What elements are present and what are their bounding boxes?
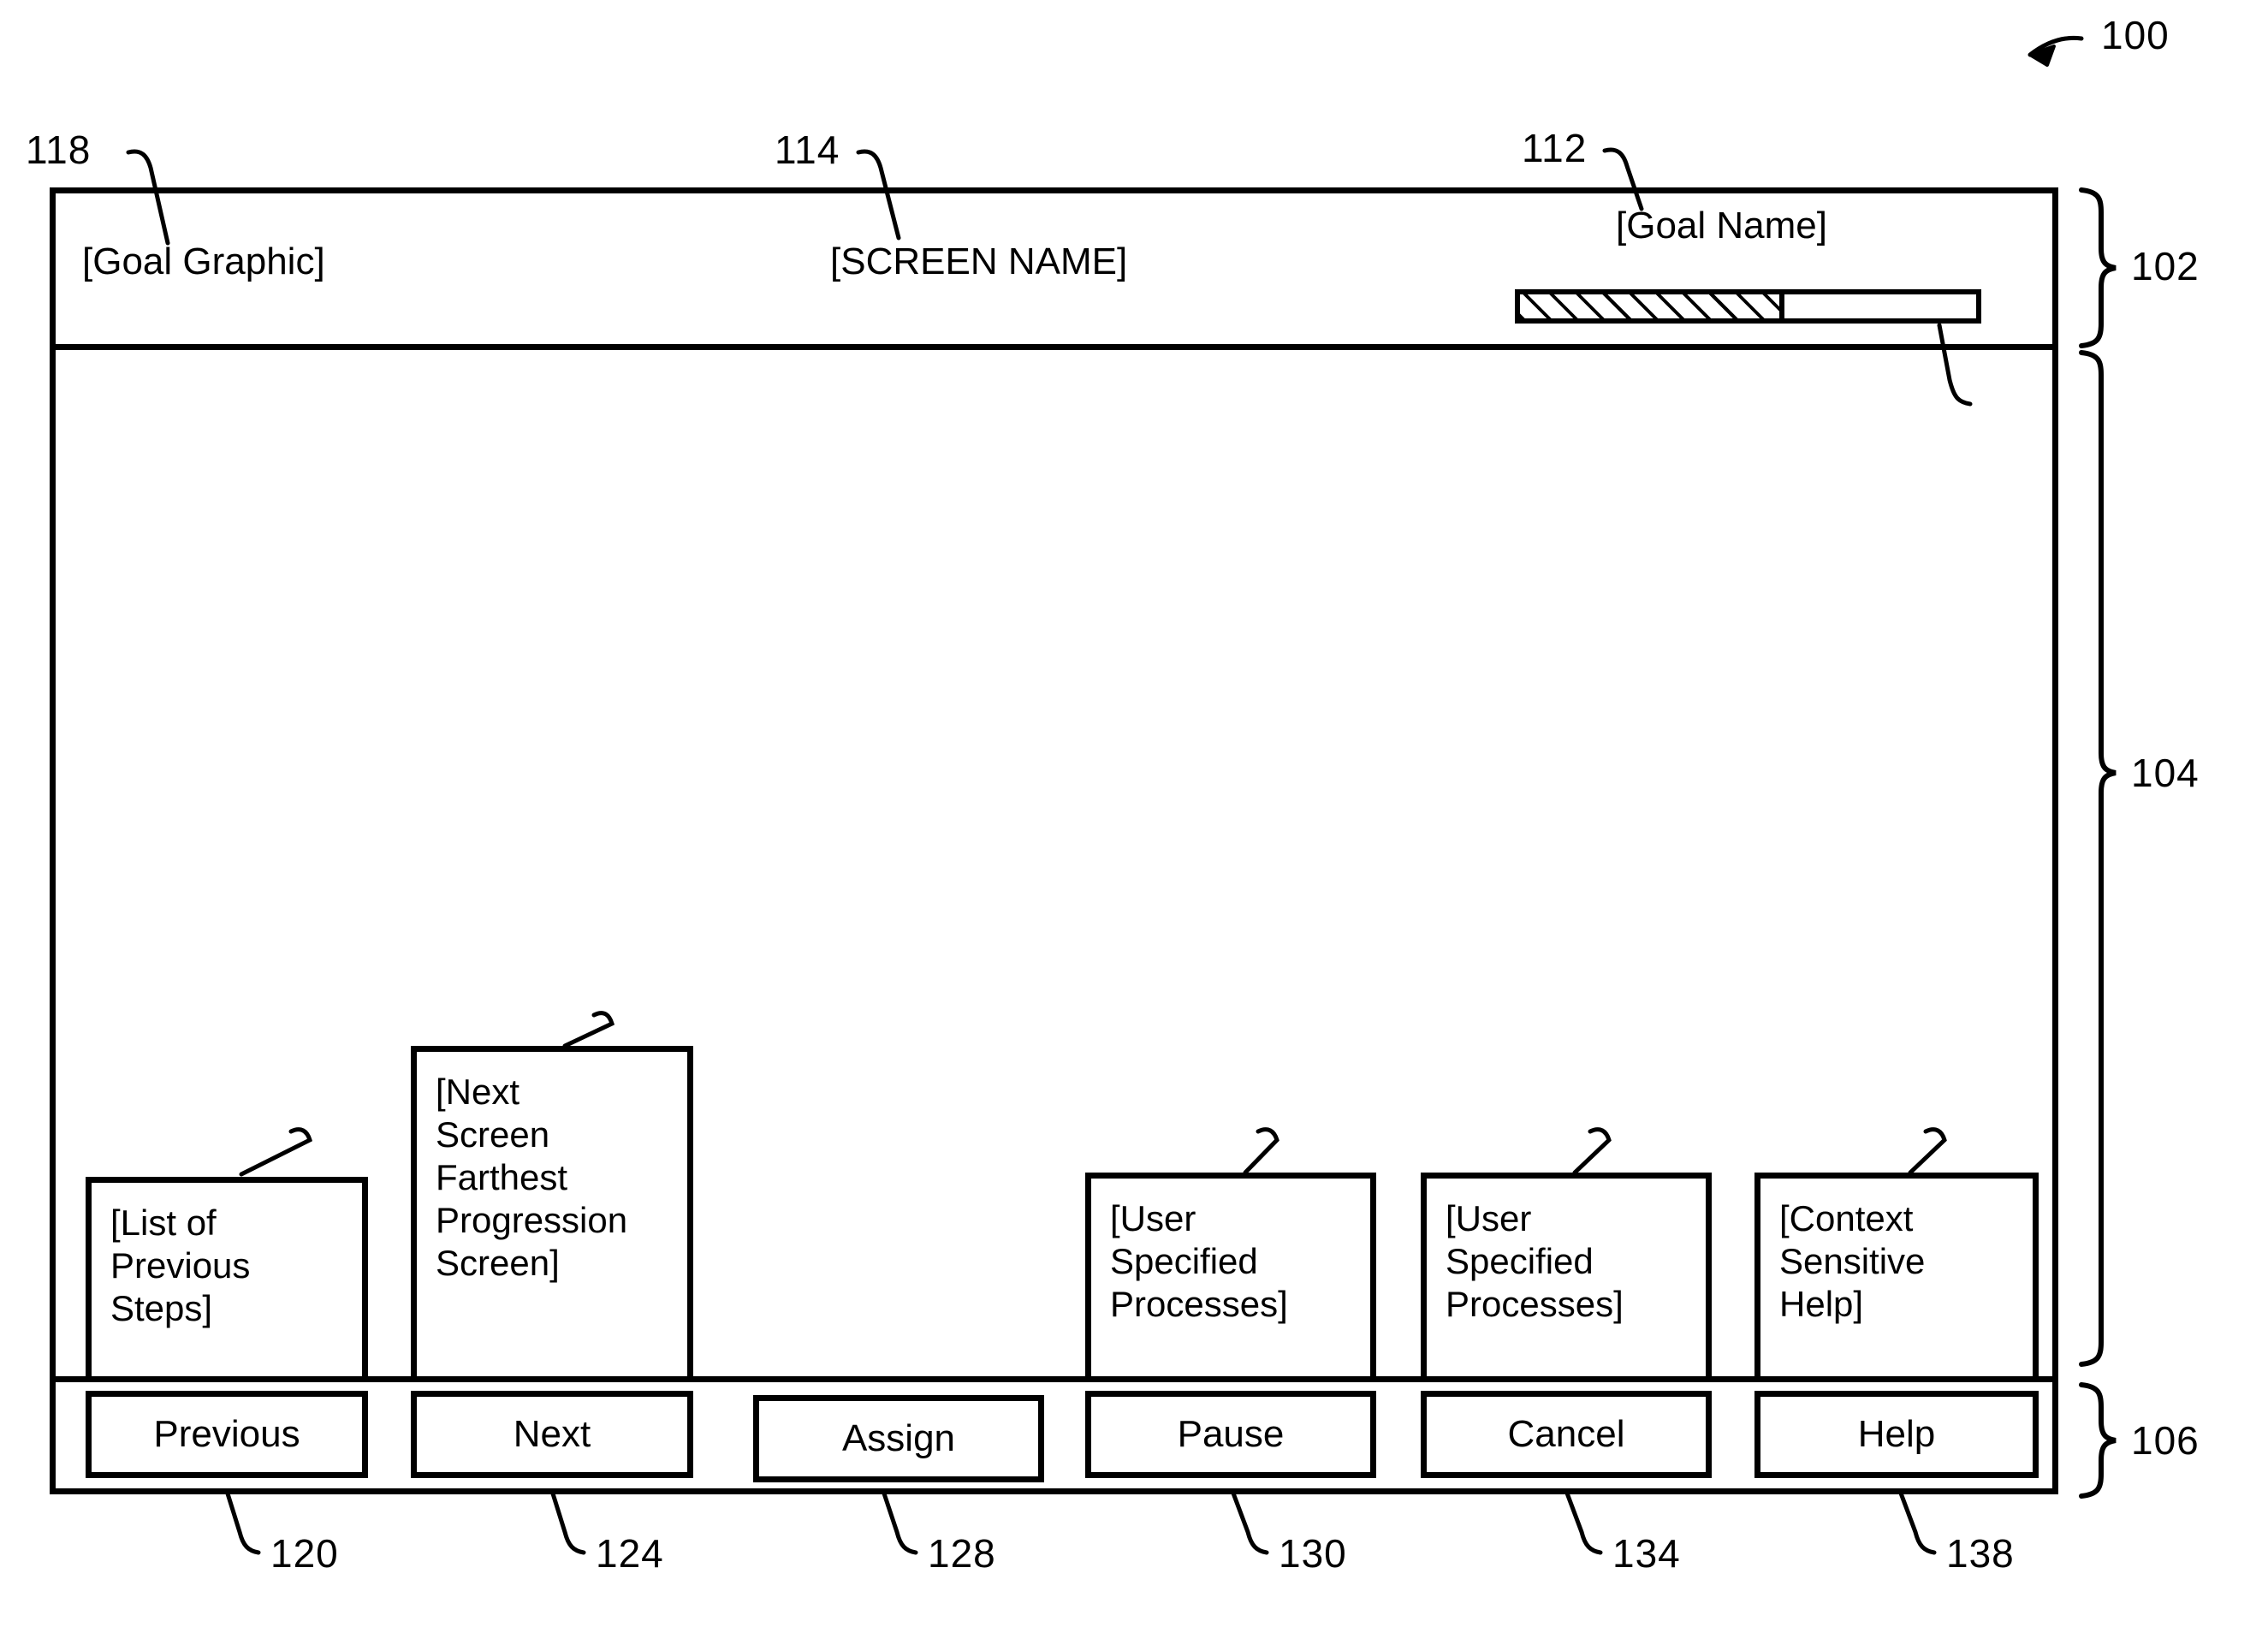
next-button[interactable]: Next — [411, 1391, 693, 1478]
previous-button[interactable]: Previous — [86, 1391, 368, 1478]
goal-progress-bar — [1515, 289, 1981, 324]
ref-130: 130 — [1279, 1531, 1347, 1576]
cancel-processes-panel: [User Specified Processes] — [1421, 1173, 1712, 1382]
pause-processes-panel: [User Specified Processes] — [1085, 1173, 1376, 1382]
goal-graphic: [Goal Graphic] — [82, 240, 325, 282]
ref-120: 120 — [270, 1531, 339, 1576]
ref-118: 118 — [26, 128, 92, 172]
ref-134: 134 — [1612, 1531, 1681, 1576]
ref-124: 124 — [596, 1531, 664, 1576]
ref-106: 106 — [2131, 1418, 2200, 1463]
ref-102: 102 — [2131, 244, 2200, 288]
ref-104: 104 — [2131, 751, 2200, 795]
ref-100: 100 — [2101, 13, 2170, 57]
figure-canvas: 100 102 104 106 118 114 112 110 122 126 … — [0, 0, 2268, 1633]
goal-name: [Goal Name] — [1616, 205, 1827, 246]
next-screen-panel: [Next Screen Farthest Progression Screen… — [411, 1046, 693, 1382]
goal-progress-fill — [1520, 294, 1785, 318]
previous-steps-panel: [List of Previous Steps] — [86, 1177, 368, 1382]
ref-114: 114 — [775, 128, 840, 172]
ref-128: 128 — [928, 1531, 996, 1576]
ref-138: 138 — [1946, 1531, 2015, 1576]
ref-112: 112 — [1522, 126, 1588, 170]
cancel-button[interactable]: Cancel — [1421, 1391, 1712, 1478]
pause-button[interactable]: Pause — [1085, 1391, 1376, 1478]
screen-name-title: [SCREEN NAME] — [830, 240, 1128, 282]
context-help-panel: [Context Sensitive Help] — [1754, 1173, 2039, 1382]
assign-button[interactable]: Assign — [753, 1395, 1044, 1482]
help-button[interactable]: Help — [1754, 1391, 2039, 1478]
header-divider — [50, 344, 2058, 350]
